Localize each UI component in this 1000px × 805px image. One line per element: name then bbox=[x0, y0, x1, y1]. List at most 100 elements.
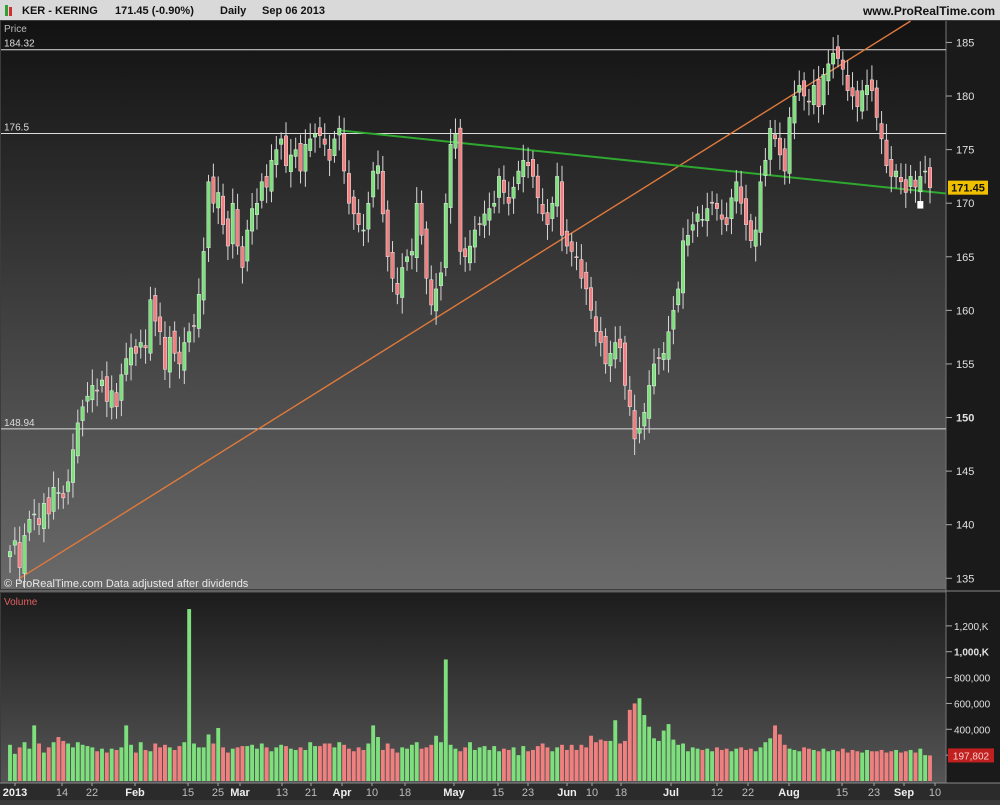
volume-bar bbox=[792, 749, 797, 781]
candle-up bbox=[521, 160, 526, 178]
candle-up bbox=[681, 240, 685, 294]
candle-down bbox=[719, 214, 724, 220]
candle-down bbox=[17, 542, 22, 568]
candle-up bbox=[758, 181, 763, 233]
candle-up bbox=[100, 379, 104, 386]
candle-up bbox=[918, 176, 923, 193]
candle-down bbox=[560, 181, 564, 236]
x-tick-label: 23 bbox=[522, 787, 534, 799]
volume-bar bbox=[167, 747, 172, 781]
volume-bar bbox=[753, 751, 758, 781]
volume-bar bbox=[899, 752, 903, 781]
volume-bar bbox=[385, 743, 390, 781]
candle-up bbox=[148, 299, 153, 354]
volume-bar bbox=[908, 749, 913, 781]
volume-bar bbox=[550, 751, 555, 781]
candle-down bbox=[211, 176, 216, 204]
volume-bar bbox=[623, 740, 627, 781]
volume-bar bbox=[400, 747, 405, 781]
volume-bar bbox=[845, 752, 850, 781]
candle-up bbox=[259, 181, 264, 201]
volume-tick-label: 800,000 bbox=[954, 674, 991, 685]
candle-down bbox=[143, 345, 148, 349]
candle-up bbox=[787, 117, 792, 174]
candle-up bbox=[705, 208, 710, 222]
volume-bar bbox=[492, 746, 497, 781]
candle-down bbox=[836, 46, 840, 59]
candle-down bbox=[342, 133, 347, 172]
x-tick-label: 10 bbox=[366, 787, 378, 799]
candle-up bbox=[56, 492, 61, 494]
candle-down bbox=[317, 127, 322, 136]
candle-up bbox=[908, 176, 913, 187]
volume-bar bbox=[526, 751, 531, 781]
volume-bar bbox=[51, 742, 56, 781]
candle-up bbox=[434, 288, 439, 312]
price-tick-label: 165 bbox=[956, 252, 974, 264]
volume-bar bbox=[468, 742, 472, 781]
volume-bar bbox=[347, 748, 351, 781]
candle-up bbox=[182, 342, 187, 371]
volume-bar bbox=[390, 748, 395, 781]
candle-down bbox=[424, 228, 429, 279]
candle-up bbox=[642, 411, 647, 427]
volume-bar bbox=[593, 742, 598, 781]
candle-down bbox=[656, 357, 661, 359]
candle-up bbox=[753, 229, 758, 247]
volume-bar bbox=[569, 744, 574, 781]
volume-bar bbox=[865, 749, 869, 781]
volume-bar bbox=[230, 748, 235, 781]
price-tick-label: 145 bbox=[956, 466, 974, 478]
volume-bar bbox=[821, 748, 826, 781]
volume-bar bbox=[361, 749, 366, 781]
candle-down bbox=[889, 159, 894, 177]
volume-bar bbox=[453, 748, 458, 781]
volume-bar bbox=[41, 752, 46, 781]
candle-up bbox=[637, 428, 642, 434]
volume-bar bbox=[463, 747, 468, 781]
volume-bar bbox=[177, 746, 182, 781]
candle-down bbox=[390, 252, 395, 279]
candle-up bbox=[608, 353, 613, 367]
volume-bar bbox=[734, 748, 739, 781]
candle-up bbox=[613, 342, 618, 360]
volume-bar bbox=[293, 749, 298, 781]
candle-up bbox=[32, 513, 37, 516]
volume-bar bbox=[560, 744, 564, 781]
candle-down bbox=[153, 295, 158, 322]
candle-down bbox=[104, 376, 109, 402]
chart-svg: KER - KERING 171.45 (-0.90%) Daily Sep 0… bbox=[0, 0, 1000, 800]
volume-bar bbox=[143, 749, 148, 781]
candle-down bbox=[458, 127, 463, 252]
volume-bar bbox=[264, 749, 269, 781]
level-label: 176.5 bbox=[4, 123, 29, 134]
volume-bar bbox=[380, 749, 385, 781]
volume-bar bbox=[303, 749, 308, 781]
volume-bar bbox=[279, 744, 284, 781]
volume-bar bbox=[695, 748, 700, 781]
header-site[interactable]: www.ProRealTime.com bbox=[862, 4, 995, 18]
volume-bar bbox=[598, 739, 603, 781]
volume-bar bbox=[531, 749, 535, 781]
volume-bar bbox=[748, 748, 753, 781]
volume-bar bbox=[685, 751, 690, 781]
candle-up bbox=[366, 202, 371, 230]
candle-down bbox=[884, 139, 889, 166]
volume-bar bbox=[555, 747, 560, 781]
volume-tick-label: 400,000 bbox=[954, 725, 991, 736]
volume-bar bbox=[501, 748, 506, 781]
volume-bar bbox=[676, 744, 681, 781]
candle-up bbox=[109, 390, 114, 408]
volume-bar bbox=[497, 751, 501, 781]
candle-down bbox=[802, 80, 807, 97]
volume-bar bbox=[172, 749, 177, 781]
candle-up bbox=[448, 144, 453, 208]
candle-up bbox=[90, 385, 95, 401]
candle-down bbox=[589, 287, 593, 311]
volume-bar bbox=[719, 749, 724, 781]
volume-bar bbox=[322, 743, 327, 781]
candle-down bbox=[879, 123, 884, 140]
candle-down bbox=[114, 392, 119, 408]
candle-down bbox=[913, 179, 918, 188]
volume-bar bbox=[90, 747, 95, 781]
